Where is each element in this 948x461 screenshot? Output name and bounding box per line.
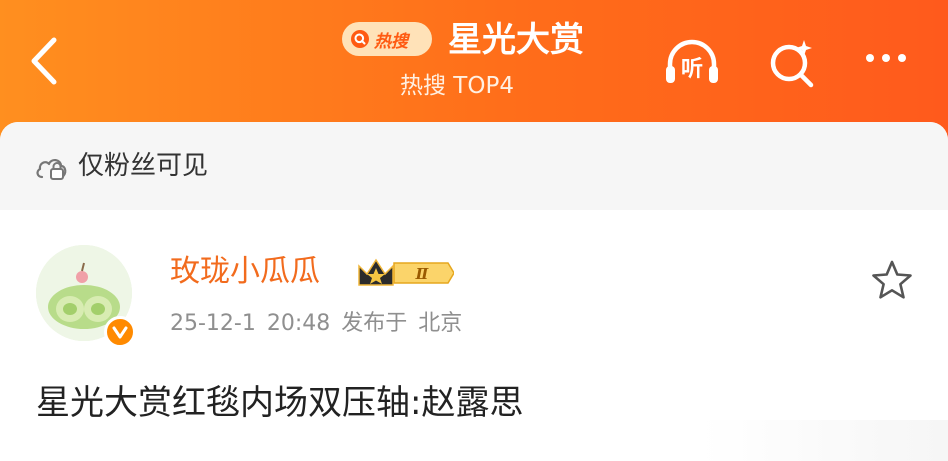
post-location: 北京 <box>418 311 463 336</box>
bottom-fade <box>700 420 948 461</box>
published-label: 发布于 <box>341 311 408 336</box>
back-button[interactable] <box>26 36 62 86</box>
star-icon <box>872 260 912 299</box>
verified-badge <box>104 316 136 348</box>
post-meta: 25-12-1 20:48 发布于 北京 <box>170 308 462 340</box>
more-icon <box>866 54 906 62</box>
username[interactable]: 玫珑小瓜瓜 <box>170 252 320 292</box>
hot-search-badge[interactable]: 热搜 <box>342 22 432 56</box>
crown-rank-badge: Ⅱ <box>358 258 454 286</box>
post-time: 20:48 <box>266 311 331 336</box>
search-icon <box>351 30 369 48</box>
more-button[interactable] <box>858 36 918 92</box>
post-content: 星光大赏红毯内场双压轴:赵露思 <box>36 383 524 423</box>
post-card: 仅粉丝可见 玫珑小瓜瓜 Ⅱ 25-12-1 20:48 发布于 北京 星光大赏红… <box>0 122 948 461</box>
back-icon <box>31 37 57 85</box>
visibility-bar: 仅粉丝可见 <box>0 122 948 210</box>
search-button[interactable] <box>764 36 824 92</box>
sparkle-search-icon <box>770 40 814 88</box>
listen-button[interactable]: 听 <box>662 36 722 92</box>
page-subtitle: 热搜 TOP4 <box>400 73 514 99</box>
lock-cloud-icon <box>36 159 67 180</box>
visibility-text: 仅粉丝可见 <box>78 151 209 181</box>
rank-badge-label: Ⅱ <box>415 265 430 283</box>
hot-badge-label: 热搜 <box>374 31 408 52</box>
post-date: 25-12-1 <box>170 311 256 336</box>
listen-icon: 听 <box>666 39 718 83</box>
page-title: 星光大赏 <box>448 20 584 60</box>
verified-v-icon <box>112 326 128 339</box>
listen-label: 听 <box>681 57 703 82</box>
favorite-button[interactable] <box>868 258 916 304</box>
